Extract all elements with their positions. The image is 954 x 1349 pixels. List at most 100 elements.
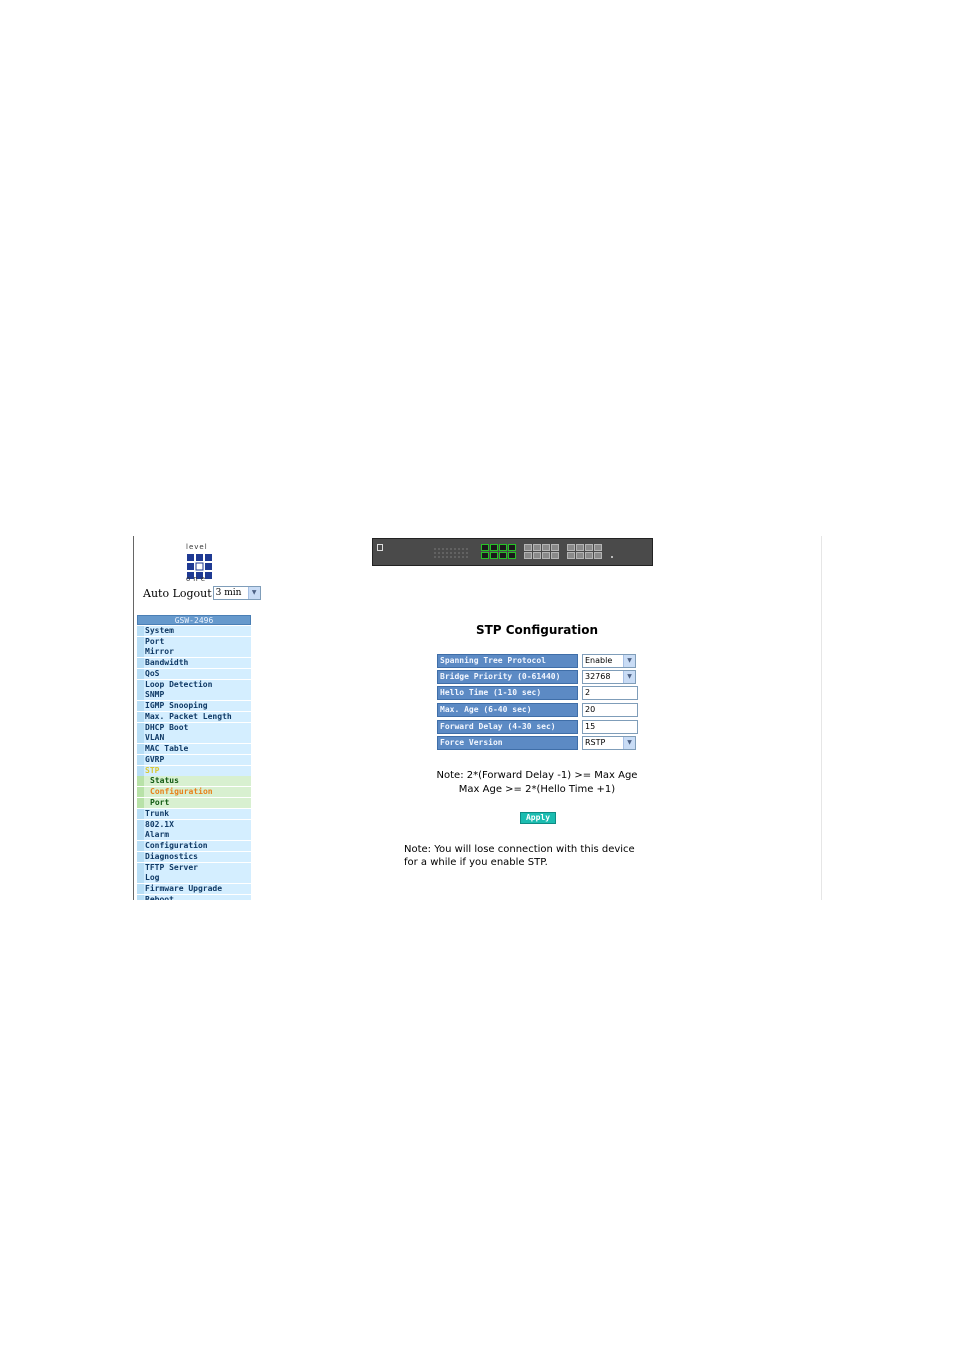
- auto-logout-select[interactable]: 3 min ▼: [212, 586, 261, 600]
- sidebar-item-label: Status: [150, 776, 179, 786]
- field-row-stp: Spanning Tree Protocol Enable ▼: [437, 654, 636, 668]
- stp-select[interactable]: Enable ▼: [582, 654, 636, 668]
- sidebar-item-system[interactable]: System: [137, 625, 251, 636]
- page-title: STP Configuration: [475, 623, 599, 637]
- sidebar-item-gvrp[interactable]: GVRP: [137, 754, 251, 765]
- sidebar-item-loop-detection[interactable]: Loop Detection: [137, 679, 251, 690]
- sidebar-item-trunk[interactable]: Trunk: [137, 808, 251, 819]
- sidebar-item-qos[interactable]: QoS: [137, 668, 251, 679]
- port-icon[interactable]: [481, 544, 489, 551]
- chevron-down-icon[interactable]: ▼: [623, 671, 635, 683]
- timing-note-line1: Note: 2*(Forward Delay -1) >= Max Age: [436, 770, 638, 781]
- sidebar-item-max-packet-length[interactable]: Max. Packet Length: [137, 711, 251, 722]
- chevron-down-icon[interactable]: ▼: [623, 737, 635, 749]
- sidebar-item-firmware-upgrade[interactable]: Firmware Upgrade: [137, 884, 251, 895]
- sidebar-item-label: Port: [145, 636, 165, 646]
- port-icon[interactable]: [499, 544, 507, 551]
- port-icon[interactable]: [481, 552, 489, 559]
- bridge-priority-value: 32768: [585, 672, 611, 681]
- chevron-down-icon[interactable]: ▼: [247, 587, 260, 599]
- port-icon[interactable]: [576, 552, 584, 559]
- sidebar-item-dhcp-boot[interactable]: DHCP Boot: [137, 722, 251, 733]
- sidebar-item-label: Mirror: [145, 647, 174, 657]
- sidebar-item-label: Reboot: [145, 894, 174, 900]
- device-indicator: [611, 556, 613, 558]
- timing-note: Note: 2*(Forward Delay -1) >= Max Age Ma…: [410, 769, 664, 797]
- port-block-1: [481, 544, 516, 561]
- hello-time-input[interactable]: 2: [582, 686, 638, 700]
- forward-delay-input[interactable]: 15: [582, 720, 638, 734]
- port-icon[interactable]: [542, 544, 550, 551]
- frame-right-edge: [821, 536, 822, 900]
- sidebar-item-label: QoS: [145, 668, 160, 678]
- sidebar-item-configuration[interactable]: Configuration: [137, 841, 251, 852]
- sidebar-item-bandwidth[interactable]: Bandwidth: [137, 658, 251, 669]
- port-block-3: [567, 544, 602, 561]
- port-icon[interactable]: [508, 552, 516, 559]
- sidebar-subitem-status[interactable]: Status: [137, 776, 251, 787]
- sidebar-item-8021x[interactable]: 802.1X: [137, 819, 251, 830]
- sidebar-item-label: GVRP: [145, 754, 165, 764]
- port-icon[interactable]: [594, 552, 602, 559]
- sidebar-item-mirror[interactable]: Mirror: [137, 647, 251, 658]
- port-icon[interactable]: [594, 544, 602, 551]
- sidebar-item-reboot[interactable]: Reboot: [137, 894, 251, 900]
- field-row-hello: Hello Time (1-10 sec) 2: [437, 686, 638, 700]
- sidebar-item-label: IGMP Snooping: [145, 701, 208, 711]
- port-icon[interactable]: [508, 544, 516, 551]
- sidebar-subitem-configuration[interactable]: Configuration: [137, 787, 251, 798]
- sidebar-item-label: System: [145, 625, 174, 635]
- sidebar-item-stp[interactable]: STP: [137, 765, 251, 776]
- port-icon[interactable]: [567, 544, 575, 551]
- port-icon[interactable]: [533, 544, 541, 551]
- sidebar-item-label: STP: [145, 765, 160, 775]
- sidebar-item-diagnostics[interactable]: Diagnostics: [137, 851, 251, 862]
- sidebar-item-label: MAC Table: [145, 744, 189, 754]
- sidebar-item-label: Configuration: [150, 787, 213, 797]
- sidebar-item-igmp-snooping[interactable]: IGMP Snooping: [137, 701, 251, 712]
- sidebar-subitem-port[interactable]: Port: [137, 798, 251, 809]
- port-icon[interactable]: [551, 552, 559, 559]
- device-led-array: [433, 547, 469, 559]
- switch-front-panel-image: [372, 538, 653, 566]
- sidebar-item-log[interactable]: Log: [137, 873, 251, 884]
- port-icon[interactable]: [490, 552, 498, 559]
- port-icon[interactable]: [585, 552, 593, 559]
- field-label-priority: Bridge Priority (0-61440): [437, 670, 578, 684]
- sidebar-item-snmp[interactable]: SNMP: [137, 690, 251, 701]
- port-icon[interactable]: [499, 552, 507, 559]
- sidebar-item-label: Trunk: [145, 808, 170, 818]
- port-icon[interactable]: [551, 544, 559, 551]
- sidebar-item-port[interactable]: Port: [137, 636, 251, 647]
- connection-warning-line2: for a while if you enable STP.: [404, 857, 548, 868]
- chevron-down-icon[interactable]: ▼: [623, 655, 635, 667]
- auto-logout: Auto Logout 3 min ▼: [143, 586, 261, 600]
- bridge-priority-select[interactable]: 32768 ▼: [582, 670, 636, 684]
- port-icon[interactable]: [524, 552, 532, 559]
- sidebar-header: GSW-2496: [137, 615, 251, 625]
- connection-warning: Note: You will lose connection with this…: [404, 843, 674, 869]
- sidebar-item-tftp-server[interactable]: TFTP Server: [137, 862, 251, 873]
- port-icon[interactable]: [576, 544, 584, 551]
- sidebar-item-vlan[interactable]: VLAN: [137, 733, 251, 744]
- auto-logout-value: 3 min: [215, 588, 242, 598]
- sidebar-item-label: Log: [145, 873, 160, 883]
- max-age-input[interactable]: 20: [582, 703, 638, 717]
- port-icon[interactable]: [490, 544, 498, 551]
- logo-bottom-text: one: [186, 575, 209, 583]
- port-icon[interactable]: [524, 544, 532, 551]
- field-label-stp: Spanning Tree Protocol: [437, 654, 578, 668]
- sidebar-item-alarm[interactable]: Alarm: [137, 830, 251, 841]
- sidebar-menu: GSW-2496 System Port Mirror Bandwidth QoS Loo…: [137, 615, 251, 900]
- port-icon[interactable]: [567, 552, 575, 559]
- port-icon[interactable]: [542, 552, 550, 559]
- field-label-forward-delay: Forward Delay (4-30 sec): [437, 720, 578, 734]
- field-label-force-version: Force Version: [437, 736, 578, 750]
- frame-divider: [133, 536, 134, 900]
- force-version-select[interactable]: RSTP ▼: [582, 736, 636, 750]
- apply-button[interactable]: Apply: [520, 812, 556, 824]
- sidebar-item-mac-table[interactable]: MAC Table: [137, 744, 251, 755]
- port-icon[interactable]: [585, 544, 593, 551]
- sidebar-item-label: Diagnostics: [145, 851, 198, 861]
- port-icon[interactable]: [533, 552, 541, 559]
